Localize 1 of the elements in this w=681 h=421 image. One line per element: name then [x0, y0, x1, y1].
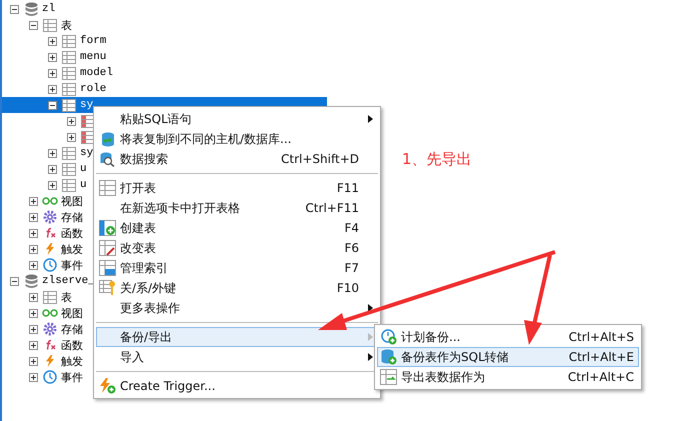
annotation-text: 1、先导出: [402, 150, 472, 169]
